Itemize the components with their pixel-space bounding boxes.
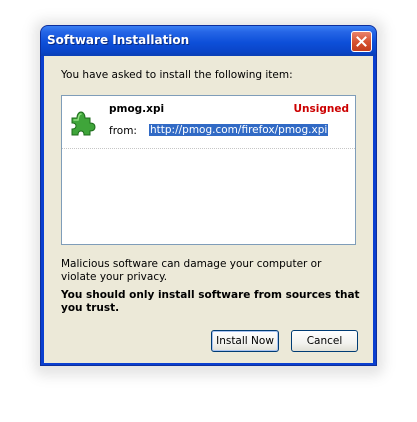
install-now-button[interactable]: Install Now bbox=[211, 330, 279, 352]
dialog-title: Software Installation bbox=[47, 33, 190, 47]
list-item[interactable]: pmog.xpi Unsigned from: http://pmog.com/… bbox=[62, 96, 355, 149]
from-label: from: bbox=[109, 125, 137, 137]
trust-warning: You should only install software from so… bbox=[61, 289, 360, 314]
cancel-button[interactable]: Cancel bbox=[291, 330, 358, 352]
title-bar[interactable]: Software Installation bbox=[41, 26, 376, 56]
install-prompt: You have asked to install the following … bbox=[61, 69, 293, 81]
close-icon bbox=[356, 36, 367, 47]
software-installation-dialog: Software Installation You have asked to … bbox=[40, 25, 377, 366]
source-url[interactable]: http://pmog.com/firefox/pmog.xpi bbox=[149, 124, 329, 136]
unsigned-badge: Unsigned bbox=[293, 103, 349, 115]
install-item-list[interactable]: pmog.xpi Unsigned from: http://pmog.com/… bbox=[61, 95, 356, 245]
close-button[interactable] bbox=[351, 31, 372, 52]
dialog-body: You have asked to install the following … bbox=[44, 56, 373, 363]
item-name: pmog.xpi bbox=[109, 103, 165, 115]
malware-warning: Malicious software can damage your compu… bbox=[61, 258, 322, 283]
desktop-background: Software Installation You have asked to … bbox=[0, 0, 417, 422]
puzzle-piece-icon bbox=[71, 111, 96, 136]
